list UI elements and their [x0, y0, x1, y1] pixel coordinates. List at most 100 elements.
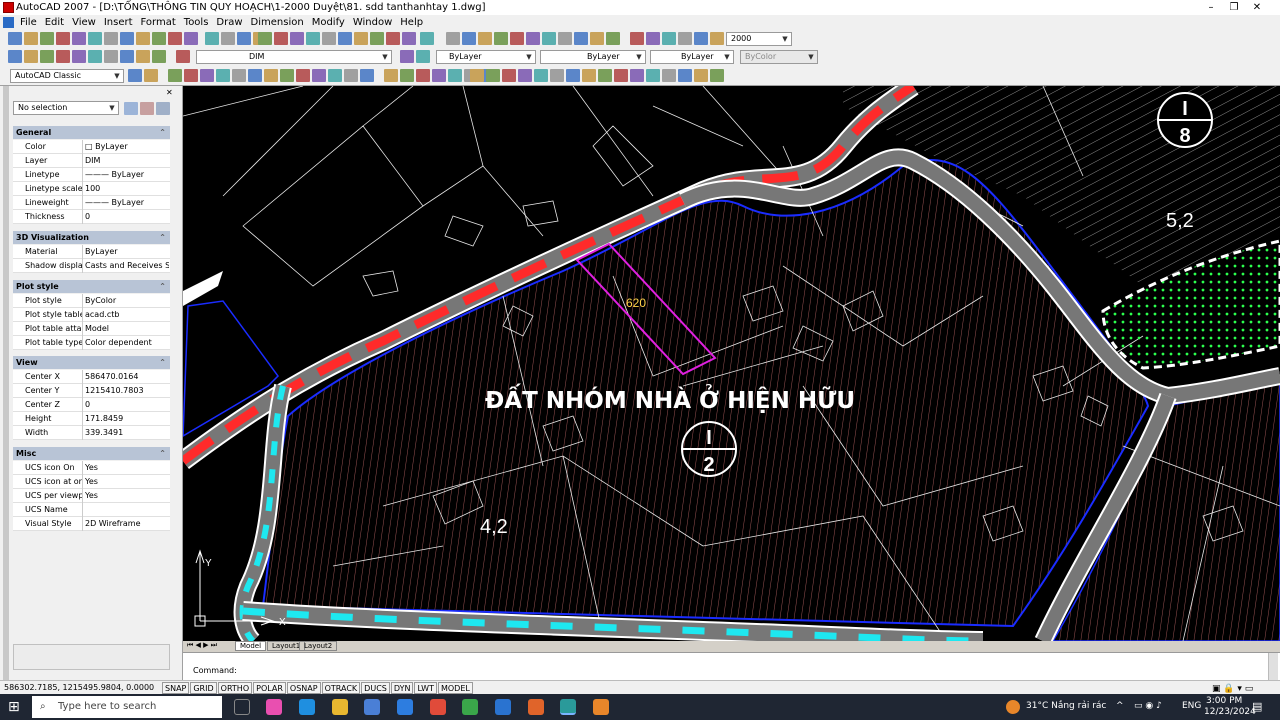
prop-row[interactable]: Lineweight ——— ByLayer	[13, 196, 170, 210]
toolbar-button-icon[interactable]	[24, 50, 38, 63]
section-view[interactable]: View ⌃	[13, 356, 170, 369]
section-plot-style[interactable]: Plot style ⌃	[13, 280, 170, 293]
prop-row[interactable]: Material ByLayer	[13, 245, 170, 259]
toolbar-button-icon[interactable]	[510, 32, 524, 45]
toolbar-button-icon[interactable]	[558, 32, 572, 45]
toolbar-button-icon[interactable]	[420, 32, 434, 45]
toolbar-button-icon[interactable]	[694, 32, 708, 45]
windows-start-icon[interactable]: ⊞	[8, 699, 20, 715]
prop-row[interactable]: Linetype scale 100	[13, 182, 170, 196]
menu-view[interactable]: View	[72, 15, 96, 30]
toolbar-button-icon[interactable]	[598, 69, 612, 82]
drawing-canvas[interactable]: 620 ĐẤT NHÓM NHÀ Ở HIỆN HỮU I 2 I 8 4,2 …	[183, 86, 1280, 641]
toolbar-button-icon[interactable]	[120, 32, 134, 45]
command-scrollbar[interactable]	[1268, 653, 1278, 681]
tab-layout2[interactable]: Layout2	[299, 641, 338, 651]
prop-row[interactable]: Layer DIM	[13, 154, 170, 168]
notification-icon[interactable]: ▤	[1252, 700, 1262, 713]
select-objects-icon[interactable]	[140, 102, 154, 115]
toolbar-button-icon[interactable]	[646, 69, 660, 82]
toolbar-button-icon[interactable]	[72, 32, 86, 45]
ducs-toggle[interactable]: DUCS	[361, 682, 390, 694]
toolbar-button-icon[interactable]	[432, 69, 446, 82]
toolbar-button-icon[interactable]	[72, 50, 86, 63]
grid-toggle[interactable]: GRID	[190, 682, 217, 694]
toolbar-button-icon[interactable]	[221, 32, 235, 45]
snap-toggle[interactable]: SNAP	[162, 682, 190, 694]
task-view-icon[interactable]	[234, 699, 250, 715]
toolbar-button-icon[interactable]	[152, 32, 166, 45]
toolbar-button-icon[interactable]	[416, 69, 430, 82]
clock-time[interactable]: 3:00 PM	[1206, 696, 1242, 706]
toolbar-button-icon[interactable]	[494, 32, 508, 45]
toolbar-button-icon[interactable]	[478, 32, 492, 45]
weather-icon[interactable]	[1006, 700, 1020, 714]
language-indicator[interactable]: ENG	[1182, 701, 1201, 711]
app-icon[interactable]	[593, 699, 609, 715]
toolbar-button-icon[interactable]	[306, 32, 320, 45]
linetype-select[interactable]: ByLayer ▼	[540, 50, 646, 64]
toolbar-button-icon[interactable]	[360, 69, 374, 82]
weather-text[interactable]: 31°C Nắng rải rác	[1026, 701, 1106, 711]
toolbar-button-icon[interactable]	[710, 69, 724, 82]
density-label-right[interactable]: 5,2	[1166, 210, 1194, 232]
toolbar-button-icon[interactable]	[184, 32, 198, 45]
menu-insert[interactable]: Insert	[104, 15, 133, 30]
section-3d-visualization[interactable]: 3D Visualization ⌃	[13, 231, 170, 244]
toolbar-button-icon[interactable]	[646, 32, 660, 45]
toolbar-button-icon[interactable]	[402, 32, 416, 45]
prop-row[interactable]: Plot style table acad.ctb	[13, 308, 170, 322]
prop-row[interactable]: Color □ ByLayer	[13, 140, 170, 154]
toolbar-button-icon[interactable]	[232, 69, 246, 82]
taskbar-search-box[interactable]: ⌕ Type here to search	[32, 696, 222, 718]
toolbar-button-icon[interactable]	[8, 50, 22, 63]
toolbar-button-icon[interactable]	[237, 32, 251, 45]
toolbar-button-icon[interactable]	[606, 32, 620, 45]
toolbar-button-icon[interactable]	[400, 50, 414, 63]
toolbar-button-icon[interactable]	[88, 32, 102, 45]
drawing-svg[interactable]: 620 ĐẤT NHÓM NHÀ Ở HIỆN HỮU I 2 I 8 4,2 …	[183, 86, 1280, 641]
toolbar-button-icon[interactable]	[274, 32, 288, 45]
prop-row[interactable]: Height 171.8459	[13, 412, 170, 426]
prop-row[interactable]: Shadow displayCasts and Receives Sh...	[13, 259, 170, 273]
prop-row[interactable]: Visual Style 2D Wireframe	[13, 517, 170, 531]
toolbar-button-icon[interactable]	[400, 69, 414, 82]
palette-close-icon[interactable]: ✕	[166, 88, 173, 97]
prop-row[interactable]: Plot style ByColor	[13, 294, 170, 308]
toolbar-button-icon[interactable]	[534, 69, 548, 82]
zone-label[interactable]: ĐẤT NHÓM NHÀ Ở HIỆN HỮU	[485, 383, 855, 414]
toolbar-button-icon[interactable]	[290, 32, 304, 45]
command-line[interactable]: Command:	[183, 652, 1280, 681]
zalo-icon[interactable]	[495, 699, 511, 715]
section-general[interactable]: General ⌃	[13, 126, 170, 139]
lineweight-select[interactable]: ByLayer ▼	[650, 50, 734, 64]
otrack-toggle[interactable]: OTRACK	[321, 682, 361, 694]
tray-icons[interactable]: ▭ ◉ ♪	[1134, 701, 1162, 711]
menu-window[interactable]: Window	[353, 15, 392, 30]
tab-model[interactable]: Model	[235, 641, 267, 651]
section-misc[interactable]: Misc ⌃	[13, 447, 170, 460]
toolbar-button-icon[interactable]	[168, 69, 182, 82]
prop-row[interactable]: UCS Name	[13, 503, 170, 517]
prop-row[interactable]: Width 339.3491	[13, 426, 170, 440]
toolbar-button-icon[interactable]	[128, 69, 142, 82]
prop-row[interactable]: Thickness 0	[13, 210, 170, 224]
close-button[interactable]: ✕	[1234, 0, 1280, 15]
annotation-scale-select[interactable]: 2000 ▼	[726, 32, 792, 46]
edge-icon[interactable]	[299, 699, 315, 715]
toolbar-button-icon[interactable]	[56, 32, 70, 45]
selection-select[interactable]: No selection ▼	[13, 101, 119, 115]
toolbar-button-icon[interactable]	[40, 32, 54, 45]
toolbar-button-icon[interactable]	[518, 69, 532, 82]
toolbar-button-icon[interactable]	[566, 69, 580, 82]
chrome-icon[interactable]	[430, 699, 446, 715]
toolbar-button-icon[interactable]	[296, 69, 310, 82]
toolbar-button-icon[interactable]	[678, 69, 692, 82]
store-icon[interactable]	[364, 699, 380, 715]
prop-row[interactable]: Linetype ——— ByLayer	[13, 168, 170, 182]
density-label-left[interactable]: 4,2	[480, 516, 508, 538]
prop-row[interactable]: Center Z0	[13, 398, 170, 412]
plotstyle-select[interactable]: ByColor ▼	[740, 50, 818, 64]
toolbar-button-icon[interactable]	[582, 69, 596, 82]
toolbar-button-icon[interactable]	[630, 32, 644, 45]
